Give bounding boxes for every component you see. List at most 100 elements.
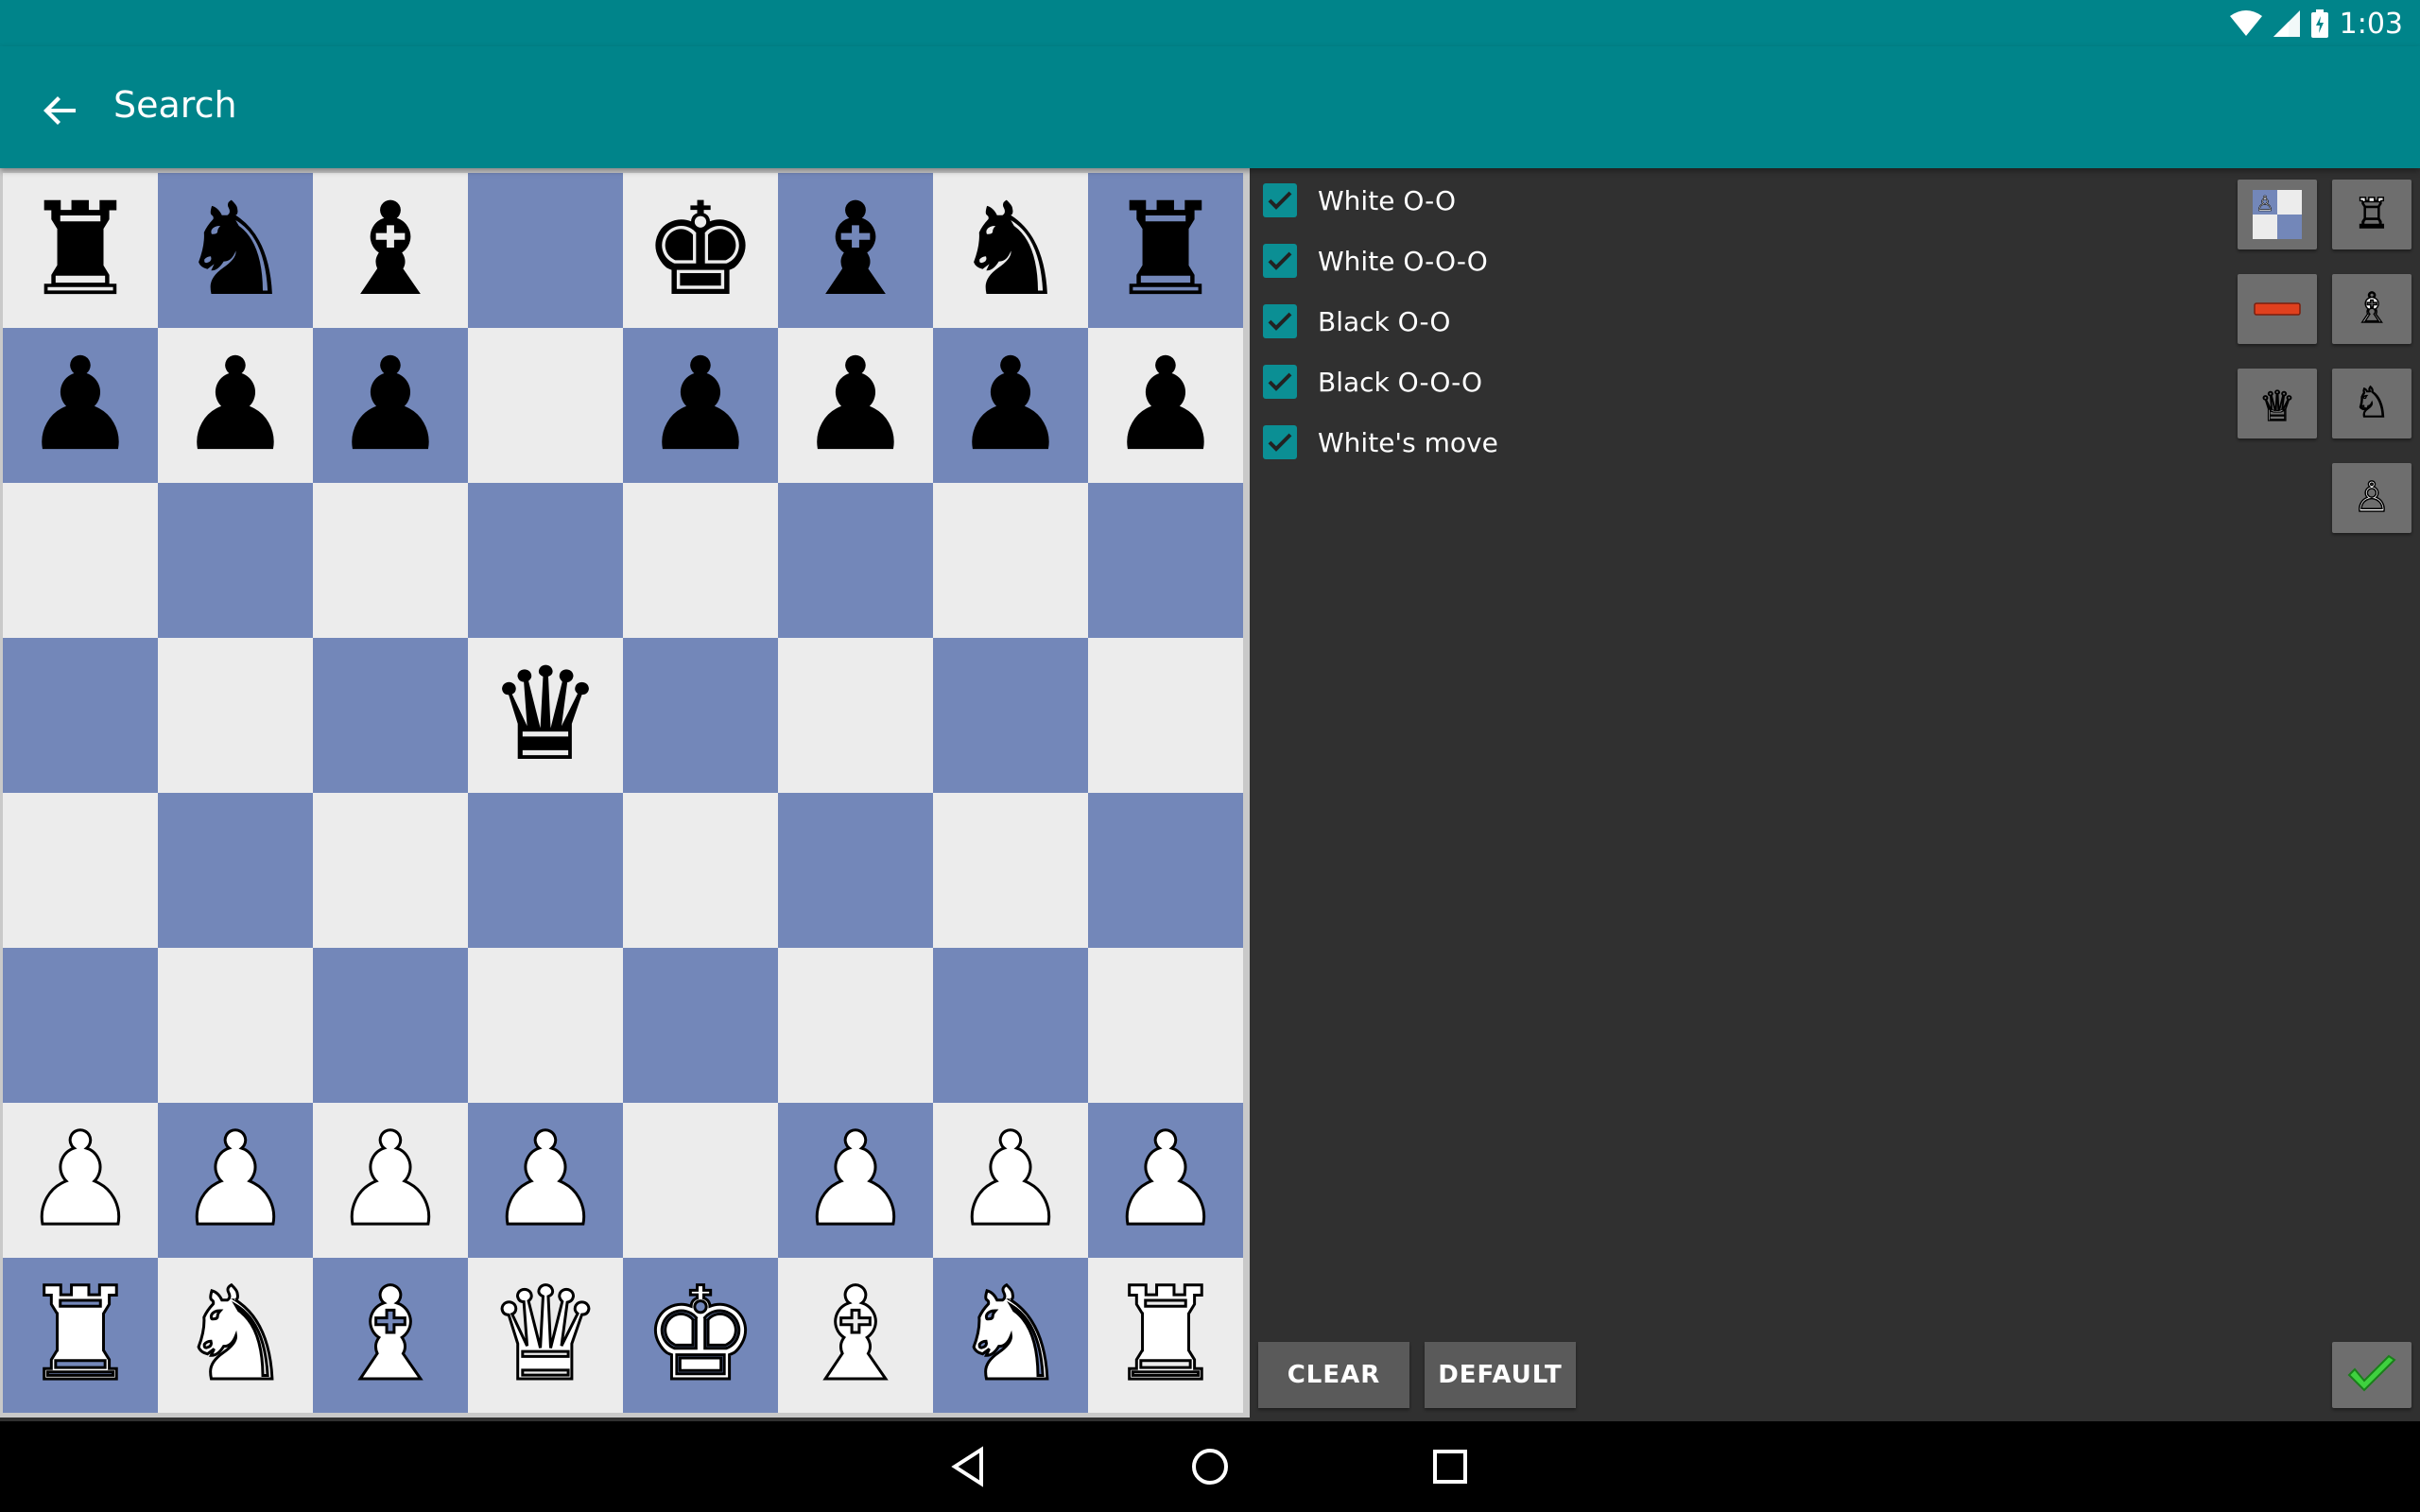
black-pawn-icon: ♟ xyxy=(178,331,293,480)
board-square[interactable] xyxy=(313,638,468,793)
board-square[interactable] xyxy=(3,638,158,793)
board-square[interactable]: ♞ xyxy=(158,1258,313,1413)
black-rook-icon: ♜ xyxy=(23,176,138,325)
board-square[interactable] xyxy=(778,483,933,638)
board-square[interactable]: ♟ xyxy=(1088,1103,1243,1258)
board-square[interactable]: ♜ xyxy=(3,1258,158,1413)
board-square[interactable] xyxy=(623,793,778,948)
signal-icon xyxy=(2273,10,2300,37)
back-arrow-icon[interactable] xyxy=(38,88,83,133)
board-square[interactable] xyxy=(933,638,1088,793)
option-label: White's move xyxy=(1318,426,1498,458)
board-square[interactable] xyxy=(468,793,623,948)
board-square[interactable] xyxy=(313,793,468,948)
clear-button[interactable]: CLEAR xyxy=(1258,1342,1409,1408)
board-square[interactable]: ♟ xyxy=(3,1103,158,1258)
board-square[interactable] xyxy=(778,638,933,793)
pawn-button[interactable]: ♙ xyxy=(2332,463,2411,533)
board-square[interactable]: ♟ xyxy=(933,328,1088,483)
option-checkbox[interactable]: Black O-O-O xyxy=(1263,365,1482,399)
board-square[interactable]: ♜ xyxy=(3,173,158,328)
board-square[interactable]: ♟ xyxy=(778,1103,933,1258)
board-square[interactable] xyxy=(468,173,623,328)
knight-button[interactable]: ♘ xyxy=(2332,369,2411,438)
board-square[interactable]: ♚ xyxy=(623,173,778,328)
checkbox-icon[interactable] xyxy=(1263,183,1297,217)
board-square[interactable]: ♟ xyxy=(623,328,778,483)
board-square[interactable]: ♜ xyxy=(1088,1258,1243,1413)
checkbox-icon[interactable] xyxy=(1263,365,1297,399)
board-square[interactable] xyxy=(933,948,1088,1103)
board-square[interactable] xyxy=(623,1103,778,1258)
black-pawn-icon: ♟ xyxy=(1108,331,1223,480)
board-square[interactable]: ♝ xyxy=(313,173,468,328)
chess-board[interactable]: ♜ ♞ ♝ ♚ ♝ ♞ ♜ ♟ ♟ ♟ ♟ ♟ ♟ ♟ ♛ ♟ ♟ ♟ ♟ ♟ ♟ ♟ ♜ ♞ ♝ ♛ ♚ ♝ ♞ ♜ xyxy=(3,173,1243,1413)
board-square[interactable]: ♟ xyxy=(933,1103,1088,1258)
board-square[interactable]: ♛ xyxy=(468,638,623,793)
board-square[interactable] xyxy=(468,328,623,483)
board-square[interactable]: ♟ xyxy=(158,328,313,483)
board-square[interactable]: ♚ xyxy=(623,1258,778,1413)
board-square[interactable] xyxy=(3,483,158,638)
board-square[interactable]: ♟ xyxy=(778,328,933,483)
board-square[interactable]: ♝ xyxy=(778,173,933,328)
checkbox-icon[interactable] xyxy=(1263,304,1297,338)
checkbox-icon[interactable] xyxy=(1263,244,1297,278)
board-square[interactable]: ♝ xyxy=(313,1258,468,1413)
board-square[interactable] xyxy=(933,793,1088,948)
board-square[interactable]: ♟ xyxy=(1088,328,1243,483)
board-square[interactable] xyxy=(3,793,158,948)
rook-button[interactable]: ♖ xyxy=(2332,180,2411,249)
board-square[interactable] xyxy=(1088,638,1243,793)
board-square[interactable]: ♞ xyxy=(933,173,1088,328)
delete-button[interactable] xyxy=(2238,274,2317,344)
color-crown-button[interactable]: ♕ xyxy=(2238,369,2317,438)
board-square[interactable] xyxy=(778,793,933,948)
board-square[interactable] xyxy=(158,483,313,638)
board-square[interactable] xyxy=(158,638,313,793)
board-square[interactable] xyxy=(1088,483,1243,638)
black-queen-icon: ♛ xyxy=(488,641,603,790)
board-square[interactable] xyxy=(778,948,933,1103)
option-checkbox[interactable]: White's move xyxy=(1263,425,1498,459)
board-square[interactable]: ♟ xyxy=(313,1103,468,1258)
board-square[interactable] xyxy=(623,638,778,793)
board-square[interactable] xyxy=(158,948,313,1103)
confirm-button[interactable] xyxy=(2332,1342,2411,1408)
board-square[interactable] xyxy=(313,483,468,638)
bishop-button[interactable]: ♗ xyxy=(2332,274,2411,344)
white-rook-icon: ♜ xyxy=(1107,1261,1225,1410)
board-square[interactable] xyxy=(3,948,158,1103)
option-checkbox[interactable]: White O-O xyxy=(1263,183,1456,217)
board-square[interactable] xyxy=(313,948,468,1103)
checkbox-icon[interactable] xyxy=(1263,425,1297,459)
board-square[interactable]: ♞ xyxy=(933,1258,1088,1413)
nav-recents-icon[interactable] xyxy=(1426,1442,1475,1491)
board-square[interactable] xyxy=(623,483,778,638)
nav-back-icon[interactable] xyxy=(945,1442,994,1491)
board-square[interactable]: ♟ xyxy=(158,1103,313,1258)
board-square[interactable]: ♜ xyxy=(1088,173,1243,328)
board-square[interactable] xyxy=(623,948,778,1103)
board-square[interactable] xyxy=(1088,948,1243,1103)
black-pawn-icon: ♟ xyxy=(953,331,1068,480)
board-square[interactable] xyxy=(933,483,1088,638)
white-knight-icon: ♞ xyxy=(177,1261,295,1410)
black-king-icon: ♚ xyxy=(643,176,758,325)
black-knight-icon: ♞ xyxy=(953,176,1068,325)
board-square[interactable] xyxy=(468,483,623,638)
board-square[interactable]: ♟ xyxy=(3,328,158,483)
board-square[interactable]: ♛ xyxy=(468,1258,623,1413)
board-square[interactable]: ♟ xyxy=(313,328,468,483)
board-square[interactable]: ♞ xyxy=(158,173,313,328)
flip-board-button[interactable]: ♙ xyxy=(2238,180,2317,249)
board-square[interactable] xyxy=(158,793,313,948)
board-square[interactable] xyxy=(468,948,623,1103)
option-checkbox[interactable]: White O-O-O xyxy=(1263,244,1488,278)
board-square[interactable]: ♝ xyxy=(778,1258,933,1413)
board-square[interactable]: ♟ xyxy=(468,1103,623,1258)
option-checkbox[interactable]: Black O-O xyxy=(1263,304,1450,338)
board-square[interactable] xyxy=(1088,793,1243,948)
default-button[interactable]: DEFAULT xyxy=(1425,1342,1576,1408)
nav-home-icon[interactable] xyxy=(1185,1442,1235,1491)
